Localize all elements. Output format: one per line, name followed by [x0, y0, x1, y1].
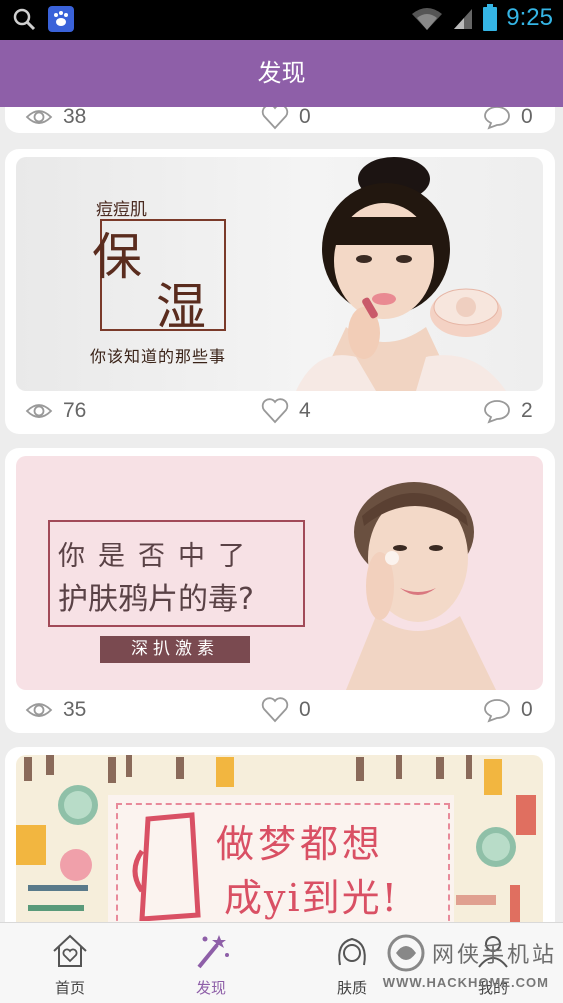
heart-icon — [261, 398, 289, 424]
baidu-icon[interactable] — [48, 6, 74, 32]
feed-card[interactable]: 做梦都想 成yi到光! — [5, 747, 555, 922]
status-bar: 9:25 — [0, 0, 563, 40]
home-icon — [53, 934, 87, 967]
like-button[interactable]: 4 — [261, 391, 311, 431]
face-icon — [338, 937, 366, 966]
banner-caption: 你该知道的那些事 — [90, 347, 227, 366]
banner-title-line: 成yi到光! — [224, 876, 399, 920]
discover-feed[interactable]: 38 0 0 痘痘肌 保 湿 你该知道的那些事 76 4 2 你是否中了 护肤鸦… — [0, 107, 563, 922]
heart-icon — [261, 697, 289, 723]
comment-button[interactable]: 0 — [483, 107, 533, 137]
banner-title-line: 你是否中了 — [58, 541, 258, 572]
eye-icon — [25, 404, 53, 418]
page-title: 发现 — [257, 59, 306, 87]
magic-wand-icon — [197, 935, 229, 969]
app-header: 发现 — [0, 40, 563, 107]
banner-tag: 深扒激素 — [100, 636, 250, 663]
views-stat: 38 — [25, 107, 86, 137]
banner-title-char: 湿 — [156, 278, 206, 336]
article-banner[interactable]: 你是否中了 护肤鸦片的毒? 深扒激素 — [16, 456, 543, 690]
bottom-nav: 首页 发现 肤质 我的 网侠手机站 WWW.HACKHOME.COM — [0, 922, 563, 1003]
eye-icon — [25, 703, 53, 717]
comment-icon — [484, 107, 510, 130]
like-button[interactable]: 0 — [261, 107, 311, 137]
feed-card[interactable]: 痘痘肌 保 湿 你该知道的那些事 76 4 2 — [5, 149, 555, 434]
signal-icon — [454, 9, 473, 29]
comment-button[interactable]: 0 — [483, 690, 533, 730]
comments-count: 0 — [521, 107, 533, 128]
article-banner[interactable]: 痘痘肌 保 湿 你该知道的那些事 — [16, 157, 543, 391]
banner-title-line: 护肤鸦片的毒? — [58, 582, 254, 617]
card-stats: 38 0 0 — [5, 107, 555, 137]
views-count: 38 — [63, 107, 87, 128]
battery-icon — [483, 4, 498, 31]
comment-button[interactable]: 2 — [483, 391, 533, 431]
watermark-text: 网侠手机站 — [431, 943, 557, 968]
watermark: 网侠手机站 — [386, 933, 557, 973]
likes-count: 0 — [299, 698, 311, 721]
heart-icon — [261, 107, 289, 130]
nav-discover[interactable]: 发现 — [141, 923, 281, 1003]
feed-card[interactable]: 你是否中了 护肤鸦片的毒? 深扒激素 35 0 0 — [5, 448, 555, 733]
banner-title-line: 做梦都想 — [216, 822, 385, 866]
likes-count: 4 — [299, 399, 311, 422]
search-icon[interactable] — [12, 7, 36, 31]
feed-card[interactable]: 38 0 0 — [5, 107, 555, 133]
model-photo — [296, 157, 506, 391]
watermark-url: WWW.HACKHOME.COM — [382, 975, 549, 990]
watermark-logo-icon — [387, 934, 425, 972]
views-count: 76 — [63, 399, 87, 422]
wifi-icon — [412, 8, 443, 30]
comments-count: 0 — [521, 698, 533, 721]
clock: 9:25 — [506, 4, 553, 31]
comments-count: 2 — [521, 399, 533, 422]
cup-illustration — [132, 812, 201, 921]
eye-icon — [25, 110, 53, 124]
banner-title-char: 保 — [92, 228, 142, 286]
views-count: 35 — [63, 698, 87, 721]
card-stats: 76 4 2 — [5, 391, 555, 431]
article-banner[interactable]: 做梦都想 成yi到光! — [16, 755, 543, 922]
nav-label: 发现 — [195, 979, 226, 997]
model-photo — [346, 482, 496, 690]
views-stat: 76 — [25, 391, 86, 431]
card-stats: 35 0 0 — [5, 690, 555, 730]
like-button[interactable]: 0 — [261, 690, 311, 730]
likes-count: 0 — [299, 107, 311, 128]
views-stat: 35 — [25, 690, 86, 730]
comment-icon — [484, 699, 510, 723]
nav-label: 首页 — [54, 979, 85, 997]
nav-home[interactable]: 首页 — [0, 923, 140, 1003]
comment-icon — [484, 400, 510, 424]
